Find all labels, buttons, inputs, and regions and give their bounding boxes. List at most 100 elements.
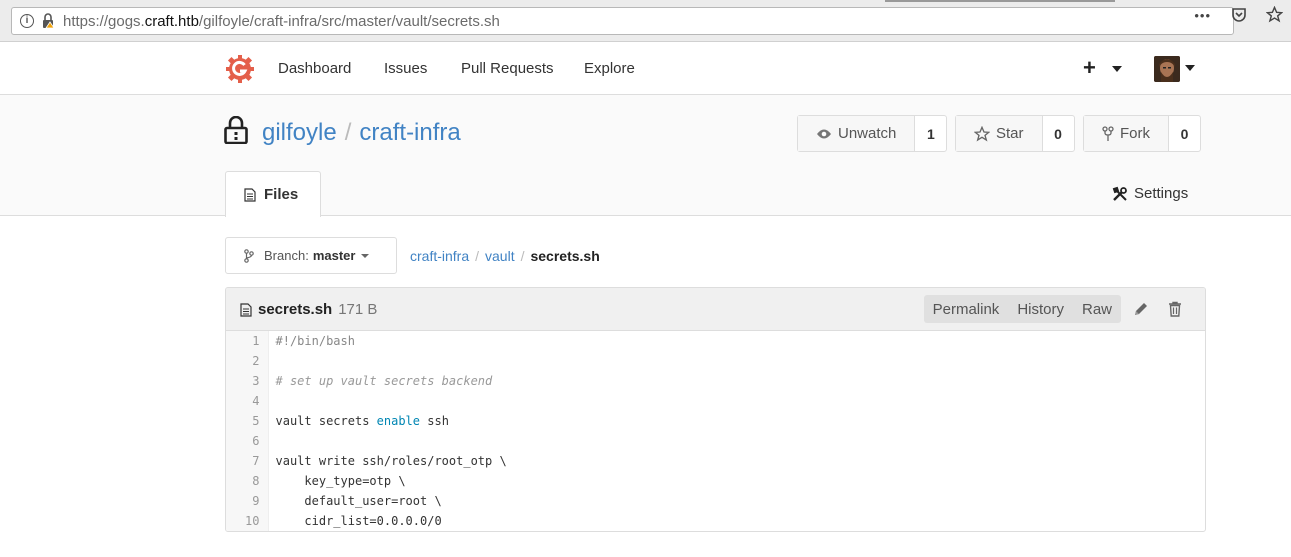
info-icon[interactable]: i [20,14,34,28]
permalink-button[interactable]: Permalink [924,295,1009,323]
line-number[interactable]: 1 [226,331,269,351]
url-text: https://gogs.craft.htb/gilfoyle/craft-in… [63,12,500,30]
star-icon [974,125,990,141]
breadcrumb-root[interactable]: craft-infra [410,248,469,264]
code-line: 1 #!/bin/bash [226,331,1205,351]
fork-label: Fork [1120,125,1150,142]
line-number[interactable]: 8 [226,471,269,491]
nav-explore[interactable]: Explore [584,60,635,77]
code-line: 9 default_user=root \ [226,491,1205,511]
comment-token: # set up vault secrets backend [275,374,493,388]
file-text-icon [244,187,256,202]
code-line: 3 # set up vault secrets backend [226,371,1205,391]
code-table: 1 #!/bin/bash 2 3 # set up vault secrets b… [226,331,1205,531]
branch-value: master [312,248,356,263]
unwatch-label: Unwatch [838,125,897,142]
line-number[interactable]: 2 [226,351,269,371]
plus-icon: + [1083,55,1096,80]
browser-toolbar: i https://gogs.craft.htb/gilfoyle/craft-… [0,0,1291,42]
line-number[interactable]: 3 [226,371,269,391]
watch-count[interactable]: 1 [915,116,946,151]
branch-selector[interactable]: Branch: master [225,237,397,274]
code-token: vault secrets [275,414,377,428]
insecure-lock-icon[interactable] [41,13,55,29]
code-text: #!/bin/bash [268,331,1205,351]
shebang-token: #!/bin/bash [275,334,355,348]
code-line: 7 vault write ssh/roles/root_otp \ [226,451,1205,471]
star-label: Star [996,125,1024,142]
fork-count[interactable]: 0 [1169,116,1200,151]
code-text: vault write ssh/roles/root_otp \ [275,454,507,468]
code-line: 5 vault secrets enable ssh [226,411,1205,431]
avatar[interactable] [1154,56,1180,82]
delete-trash-icon[interactable] [1168,301,1184,317]
code-text: default_user=root \ [275,494,442,508]
line-number[interactable]: 9 [226,491,269,511]
line-number[interactable]: 6 [226,431,269,451]
nav-pull-requests[interactable]: Pull Requests [461,60,554,77]
code-line: 6 [226,431,1205,451]
line-number[interactable]: 4 [226,391,269,411]
fork-icon [1102,125,1114,141]
code-token: ssh [420,414,449,428]
page-actions-icon[interactable]: ••• [1194,8,1211,23]
unwatch-button[interactable]: Unwatch [798,116,916,151]
code-text: cidr_list=0.0.0.0/0 [275,514,442,528]
edit-pencil-icon[interactable] [1133,301,1149,317]
tools-icon [1112,186,1127,201]
code-line: 8 key_type=otp \ [226,471,1205,491]
code-text [268,431,1205,451]
star-count[interactable]: 0 [1043,116,1074,151]
line-number[interactable]: 7 [226,451,269,471]
code-line: 10 cidr_list=0.0.0.0/0 [226,511,1205,531]
repo-owner-link[interactable]: gilfoyle [262,119,337,146]
breadcrumb-divider: / [475,248,480,264]
watch-button-group: Unwatch 1 [797,115,948,152]
nav-issues[interactable]: Issues [384,60,427,77]
breadcrumb: craft-infra / vault / secrets.sh [410,248,600,264]
breadcrumb-dir[interactable]: vault [485,248,515,264]
code-text: # set up vault secrets backend [268,371,1205,391]
breadcrumb-divider: / [520,248,525,264]
eye-icon [817,129,831,138]
code-line: 2 [226,351,1205,371]
line-number[interactable]: 10 [226,511,269,531]
line-number[interactable]: 5 [226,411,269,431]
file-header: secrets.sh 171 B Permalink History Raw [226,288,1205,331]
star-button-group: Star 0 [955,115,1075,152]
site-header: Dashboard Issues Pull Requests Explore + [0,42,1291,95]
gogs-logo-icon[interactable] [225,54,255,84]
repo-name-link[interactable]: craft-infra [359,119,460,146]
user-menu-chevron-icon[interactable] [1185,65,1195,71]
tab-files[interactable]: Files [225,171,321,217]
bookmark-star-icon[interactable] [1265,5,1284,28]
branch-icon [244,248,254,263]
keyword-token: enable [376,414,421,428]
code-text [268,351,1205,371]
star-button[interactable]: Star [956,116,1043,151]
tab-settings-label: Settings [1134,185,1189,202]
branch-label: Branch: [264,248,309,263]
nav-dashboard[interactable]: Dashboard [278,60,351,77]
file-title: secrets.sh 171 B [240,301,377,318]
fork-button-group: Fork 0 [1083,115,1201,152]
raw-button[interactable]: Raw [1073,295,1121,323]
fork-button[interactable]: Fork [1084,116,1169,151]
breadcrumb-current: secrets.sh [530,248,600,264]
address-bar[interactable]: i https://gogs.craft.htb/gilfoyle/craft-… [11,7,1234,35]
tab-settings[interactable]: Settings [1112,185,1188,202]
repo-title-separator: / [344,119,352,146]
code-text: key_type=otp \ [275,474,406,488]
code-line: 4 [226,391,1205,411]
history-button[interactable]: History [1008,295,1073,323]
create-new-menu[interactable]: + [1083,55,1122,81]
private-repo-lock-icon [224,115,248,145]
tab-strip-edge [885,0,1115,2]
tab-files-label: Files [264,186,299,203]
pocket-icon[interactable] [1231,7,1247,28]
repo-header: gilfoyle / craft-infra Unwatch 1 Star 0 Fo… [0,95,1291,217]
chevron-down-icon [361,253,370,258]
code-text [268,391,1205,411]
file-name: secrets.sh [258,301,333,318]
file-viewer: secrets.sh 171 B Permalink History Raw 1… [225,287,1206,532]
